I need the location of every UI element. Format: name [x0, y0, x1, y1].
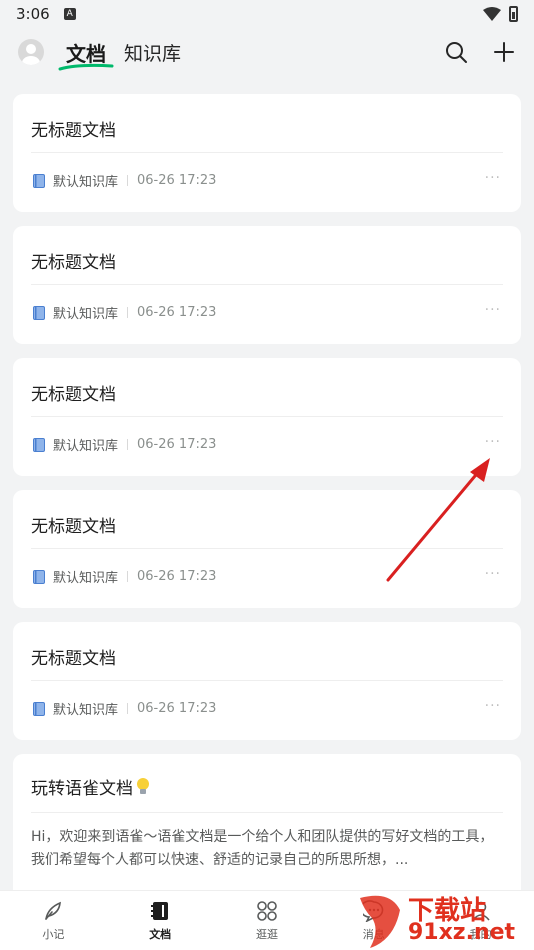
nav-me-label: 我的	[469, 927, 492, 941]
header-actions	[444, 40, 516, 64]
divider	[31, 152, 503, 153]
doc-meta: 默认知识库 06-26 17:23	[33, 303, 216, 322]
divider	[31, 812, 503, 813]
more-icon[interactable]: ···	[485, 302, 501, 318]
meta-separator	[127, 175, 129, 186]
intro-title-text: 玩转语雀文档	[31, 779, 133, 799]
doc-card[interactable]: 无标题文档 默认知识库 06-26 17:23 ···	[13, 226, 521, 344]
doc-title: 无标题文档	[31, 385, 116, 405]
notification-icon: A	[63, 8, 76, 20]
doc-card[interactable]: 无标题文档 默认知识库 06-26 17:23 ···	[13, 358, 521, 476]
doc-time: 06-26 17:23	[137, 701, 217, 716]
meta-separator	[127, 703, 129, 714]
user-icon	[471, 901, 490, 921]
more-icon[interactable]: ···	[485, 170, 501, 186]
add-icon[interactable]	[492, 40, 516, 64]
search-icon[interactable]	[444, 40, 468, 64]
more-icon[interactable]: ···	[485, 698, 501, 714]
status-time: 3:06	[16, 5, 50, 23]
nav-docs-label: 文档	[149, 927, 172, 941]
notebook-icon	[151, 901, 169, 920]
doc-repo[interactable]: 默认知识库	[53, 699, 118, 718]
battery-icon	[509, 6, 518, 22]
doc-title: 无标题文档	[31, 253, 116, 273]
book-icon	[33, 173, 45, 188]
doc-card[interactable]: 无标题文档 默认知识库 06-26 17:23 ···	[13, 94, 521, 212]
nav-docs[interactable]: 文档	[120, 900, 200, 942]
divider	[31, 548, 503, 549]
doc-list: 无标题文档 默认知识库 06-26 17:23 ··· 无标题文档 默认知识库 …	[13, 94, 521, 904]
tab-active-underline	[58, 63, 114, 70]
bottom-nav: 小记 文档 逛逛 消息 我的	[0, 890, 534, 950]
more-icon[interactable]: ···	[485, 566, 501, 582]
doc-time: 06-26 17:23	[137, 173, 217, 188]
doc-title: 无标题文档	[31, 517, 116, 537]
doc-meta: 默认知识库 06-26 17:23	[33, 567, 216, 586]
grid-icon	[257, 900, 277, 921]
doc-meta: 默认知识库 06-26 17:23	[33, 171, 216, 190]
nav-notes[interactable]: 小记	[13, 900, 93, 942]
doc-time: 06-26 17:23	[137, 569, 217, 584]
avatar[interactable]	[18, 39, 44, 65]
divider	[31, 284, 503, 285]
status-right	[483, 6, 518, 22]
intro-title: 玩转语雀文档	[31, 774, 151, 799]
book-icon	[33, 437, 45, 452]
doc-repo[interactable]: 默认知识库	[53, 435, 118, 454]
nav-explore-label: 逛逛	[255, 927, 278, 941]
doc-title: 无标题文档	[31, 121, 116, 141]
meta-separator	[127, 307, 129, 318]
doc-card[interactable]: 无标题文档 默认知识库 06-26 17:23 ···	[13, 622, 521, 740]
intro-card[interactable]: 玩转语雀文档 Hi，欢迎来到语雀～语雀文档是一个给个人和团队提供的写好文档的工具…	[13, 754, 521, 904]
doc-repo[interactable]: 默认知识库	[53, 567, 118, 586]
book-icon	[33, 305, 45, 320]
doc-meta: 默认知识库 06-26 17:23	[33, 435, 216, 454]
doc-time: 06-26 17:23	[137, 305, 217, 320]
app-header: 文档 知识库	[0, 30, 534, 74]
doc-repo[interactable]: 默认知识库	[53, 303, 118, 322]
nav-messages-label: 消息	[362, 927, 385, 941]
divider	[31, 680, 503, 681]
lightbulb-icon	[137, 777, 149, 794]
more-icon[interactable]: ···	[485, 434, 501, 450]
intro-body: Hi，欢迎来到语雀～语雀文档是一个给个人和团队提供的写好文档的工具，我们希望每个…	[31, 829, 494, 868]
doc-title: 无标题文档	[31, 649, 116, 669]
doc-meta: 默认知识库 06-26 17:23	[33, 699, 216, 718]
wifi-icon	[483, 7, 501, 21]
nav-me[interactable]: 我的	[441, 900, 521, 942]
doc-time: 06-26 17:23	[137, 437, 217, 452]
doc-card[interactable]: 无标题文档 默认知识库 06-26 17:23 ···	[13, 490, 521, 608]
book-icon	[33, 701, 45, 716]
divider	[31, 416, 503, 417]
nav-notes-label: 小记	[42, 927, 65, 941]
feather-icon	[45, 901, 62, 920]
tab-knowledge[interactable]: 知识库	[124, 39, 181, 66]
book-icon	[33, 569, 45, 584]
status-bar: 3:06 A	[0, 0, 534, 28]
doc-repo[interactable]: 默认知识库	[53, 171, 118, 190]
meta-separator	[127, 571, 129, 582]
chat-icon	[362, 899, 384, 922]
nav-messages[interactable]: 消息	[334, 899, 414, 942]
nav-explore[interactable]: 逛逛	[227, 900, 307, 942]
meta-separator	[127, 439, 129, 450]
tab-docs[interactable]: 文档	[58, 38, 114, 70]
